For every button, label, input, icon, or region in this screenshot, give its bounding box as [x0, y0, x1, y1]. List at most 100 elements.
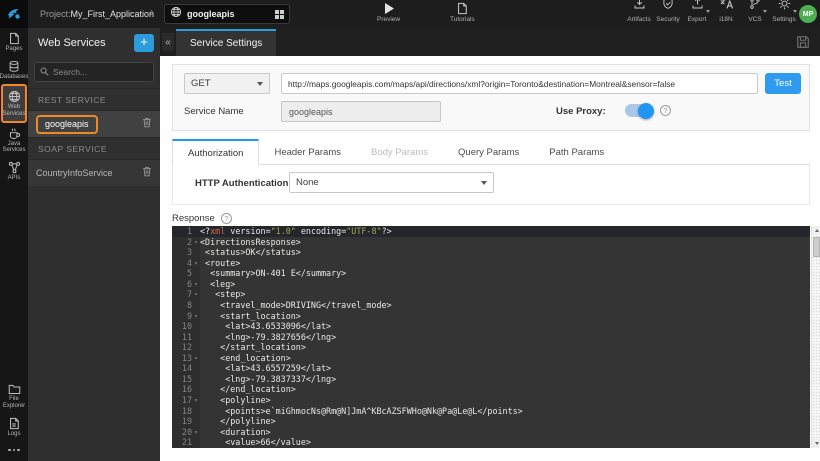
http-method-select[interactable]: GET — [184, 73, 270, 94]
tab-query-params[interactable]: Query Params — [443, 139, 534, 165]
chevron-down-icon — [792, 10, 797, 13]
fold-gutter — [192, 437, 200, 448]
selected-service-name: googleapis — [187, 9, 235, 19]
request-url-input[interactable] — [281, 73, 758, 94]
search-icon — [40, 63, 49, 81]
delete-service-icon[interactable] — [142, 115, 152, 133]
search-box[interactable] — [34, 62, 154, 82]
fold-arrow-icon[interactable]: ▾ — [192, 237, 200, 248]
tab-header-params[interactable]: Header Params — [259, 139, 356, 165]
fold-arrow-icon[interactable]: ▾ — [192, 427, 200, 438]
artifacts-button[interactable]: Artifacts — [627, 0, 651, 23]
export-button[interactable]: Export — [685, 0, 710, 23]
scroll-down-icon[interactable] — [812, 439, 820, 448]
fold-arrow-icon[interactable]: ▾ — [192, 258, 200, 269]
params-tabbar: Authorization Header Params Body Params Que… — [172, 139, 810, 165]
fold-arrow-icon[interactable]: ▾ — [192, 311, 200, 322]
rail-item-apis[interactable]: APIs — [0, 157, 28, 185]
security-button[interactable]: Security — [656, 0, 680, 23]
chevron-down-icon — [257, 81, 263, 86]
rail-item-label: File Explorer — [2, 395, 26, 409]
response-code-editor[interactable]: 1 <?xml version="1.0" encoding="UTF-8"?> 2… — [172, 226, 810, 448]
response-header: Response ? — [172, 211, 232, 225]
tool-label: i18N — [719, 16, 733, 23]
code-line: 12 </start_location> — [172, 342, 810, 353]
line-number: 6 — [186, 278, 192, 289]
save-icon[interactable] — [796, 35, 810, 54]
code-line: 14 <lat>43.6557259</lat> — [172, 363, 810, 374]
databases-icon — [8, 60, 20, 73]
tab-service-settings[interactable]: Service Settings — [176, 29, 277, 56]
tutorials-button[interactable]: Tutorials — [450, 2, 475, 23]
app-logo-icon[interactable] — [0, 0, 28, 28]
http-method-value: GET — [191, 78, 211, 89]
logs-icon — [8, 417, 20, 430]
rail-item-databases[interactable]: Databases — [0, 56, 28, 84]
app-window: Project: My_First_Application › googleapi… — [0, 0, 820, 461]
rail-item-label: Web Services — [2, 103, 26, 117]
response-help-icon[interactable]: ? — [220, 212, 232, 224]
delete-service-icon[interactable] — [142, 164, 152, 182]
fold-arrow-icon[interactable]: ▾ — [192, 353, 200, 364]
line-number: 1 — [186, 226, 192, 236]
settings-button[interactable]: Settings — [772, 0, 797, 23]
more-options-icon[interactable] — [0, 441, 28, 461]
code-line: 16 </end_location> — [172, 384, 810, 395]
code-line: 17 ▾ <polyline> — [172, 395, 810, 406]
fold-gutter — [192, 300, 200, 311]
rail-item-file-explorer[interactable]: File Explorer — [0, 379, 28, 413]
fold-arrow-icon[interactable]: ▾ — [192, 289, 200, 300]
code-line: 2 ▾ <DirectionsResponse> — [172, 237, 810, 248]
use-proxy-toggle[interactable] — [625, 102, 654, 119]
http-auth-select[interactable]: None — [289, 172, 494, 193]
rail-item-java-services[interactable]: Java Services — [0, 123, 28, 158]
tool-label: Security — [656, 16, 680, 23]
export-icon — [691, 0, 704, 15]
code-line: 3 <status>OK</status> — [172, 247, 810, 258]
user-avatar[interactable]: MP — [799, 5, 817, 23]
scroll-up-icon[interactable] — [812, 226, 820, 235]
rail-item-web-services[interactable]: Web Services — [1, 83, 27, 123]
line-number: 5 — [186, 268, 192, 279]
search-input[interactable] — [53, 67, 148, 77]
service-selector[interactable]: googleapis — [164, 4, 290, 24]
panel-title: Web Services — [38, 37, 106, 49]
service-item-CountryInfoService[interactable]: CountryInfoService — [28, 159, 160, 186]
service-name-input[interactable] — [281, 101, 441, 122]
http-auth-value: None — [296, 177, 319, 188]
section-header: REST SERVICE — [28, 88, 160, 110]
tool-label: Export — [687, 16, 707, 23]
service-item-name: CountryInfoService — [36, 168, 113, 178]
fold-gutter — [192, 363, 200, 374]
tab-path-params[interactable]: Path Params — [534, 139, 619, 165]
topbar-tools: Artifacts Security Export i18N VCS Settings — [627, 0, 797, 23]
toggle-knob — [638, 102, 654, 119]
preview-label: Preview — [377, 16, 401, 23]
fold-gutter — [192, 342, 200, 353]
fold-gutter — [192, 416, 200, 427]
tutorials-label: Tutorials — [450, 16, 475, 23]
service-name-label: Service Name — [184, 106, 244, 117]
preview-button[interactable]: Preview — [377, 2, 400, 23]
fold-arrow-icon[interactable]: ▾ — [192, 279, 200, 290]
rail-item-pages[interactable]: Pages — [0, 28, 28, 56]
vcs-button[interactable]: VCS — [743, 0, 767, 23]
grid-menu-icon[interactable] — [275, 9, 284, 19]
i18n-button[interactable]: i18N — [714, 0, 738, 23]
scrollbar-thumb[interactable] — [812, 237, 820, 257]
editor-scrollbar[interactable] — [811, 226, 820, 448]
rail-item-logs[interactable]: Logs — [0, 413, 28, 441]
fold-gutter — [192, 332, 200, 343]
main-area: « Service Settings GET Test Service Name… — [160, 28, 820, 461]
left-icon-rail: Pages Databases Web Services Java Services API… — [0, 28, 28, 461]
code-line: 20 ▾ <duration> — [172, 427, 810, 438]
test-button[interactable]: Test — [765, 73, 801, 94]
proxy-help-icon[interactable]: ? — [660, 105, 671, 116]
topbar: Project: My_First_Application › googleapi… — [0, 0, 820, 28]
tab-authorization[interactable]: Authorization — [172, 139, 260, 165]
service-item-googleapis[interactable]: googleapis — [28, 110, 160, 137]
fold-arrow-icon[interactable]: ▾ — [192, 395, 200, 406]
add-service-button[interactable]: + — [134, 34, 154, 52]
collapse-panel-button[interactable]: « — [162, 33, 174, 51]
code-line: 11 <lng>-79.3827656</lng> — [172, 332, 810, 343]
